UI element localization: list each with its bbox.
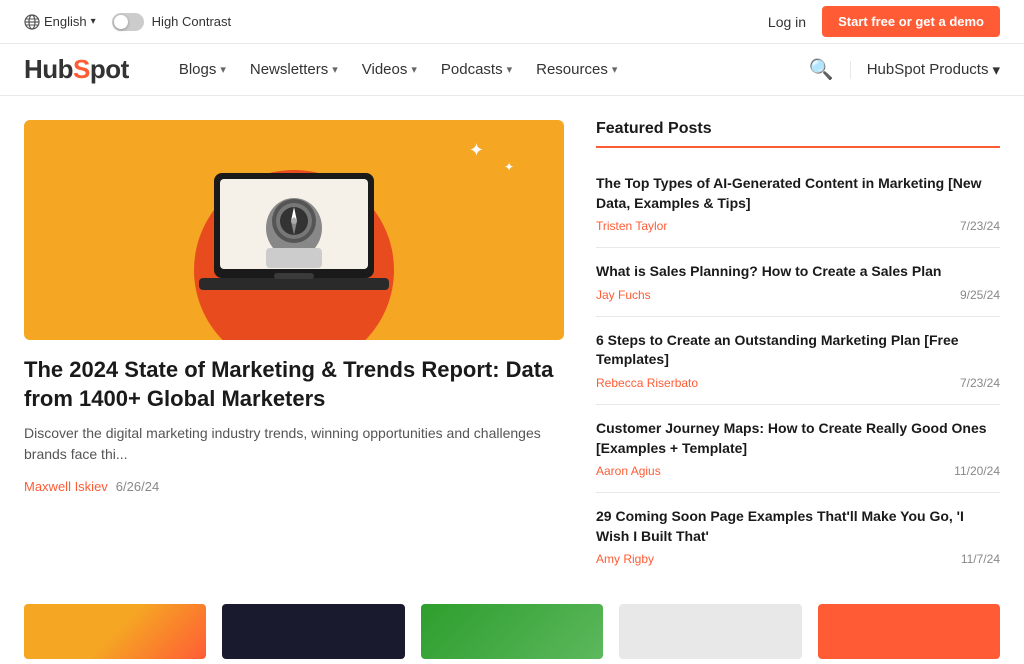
- language-selector[interactable]: English ▾: [24, 14, 96, 30]
- nav-item-blogs[interactable]: Blogs ▾: [169, 55, 236, 84]
- list-item: 29 Coming Soon Page Examples That'll Mak…: [596, 493, 1000, 580]
- hero-graphic: [194, 153, 394, 308]
- high-contrast-toggle[interactable]: High Contrast: [112, 13, 231, 31]
- toggle-thumb: [114, 15, 128, 29]
- videos-chevron-icon: ▾: [411, 63, 417, 76]
- featured-posts: Featured Posts The Top Types of AI-Gener…: [596, 120, 1000, 580]
- toggle-track[interactable]: [112, 13, 144, 31]
- post-date-4: 11/20/24: [954, 464, 1000, 478]
- hero-date: 6/26/24: [116, 479, 159, 494]
- language-label: English: [44, 14, 87, 29]
- nav-podcasts-label: Podcasts: [441, 61, 503, 78]
- nav-links: Blogs ▾ Newsletters ▾ Videos ▾ Podcasts …: [169, 55, 777, 84]
- post-date-1: 7/23/24: [960, 219, 1000, 233]
- podcasts-chevron-icon: ▾: [507, 63, 513, 76]
- nav-right: 🔍 HubSpot Products ▾: [809, 57, 1000, 82]
- logo-dot: S: [73, 54, 90, 84]
- login-button[interactable]: Log in: [768, 14, 806, 30]
- nav-item-podcasts[interactable]: Podcasts ▾: [431, 55, 522, 84]
- list-item: The Top Types of AI-Generated Content in…: [596, 160, 1000, 248]
- hero-title[interactable]: The 2024 State of Marketing & Trends Rep…: [24, 356, 564, 413]
- nav-item-videos[interactable]: Videos ▾: [352, 55, 427, 84]
- post-meta-2: Jay Fuchs 9/25/24: [596, 288, 1000, 302]
- hero-author[interactable]: Maxwell Iskiev: [24, 479, 108, 494]
- high-contrast-label: High Contrast: [152, 14, 231, 29]
- start-cta-button[interactable]: Start free or get a demo: [822, 6, 1000, 37]
- hero-description: Discover the digital marketing industry …: [24, 423, 564, 465]
- post-author-1[interactable]: Tristen Taylor: [596, 219, 667, 233]
- top-bar-right: Log in Start free or get a demo: [768, 6, 1000, 37]
- globe-icon: [24, 14, 40, 30]
- nav-resources-label: Resources: [536, 61, 608, 78]
- list-item: What is Sales Planning? How to Create a …: [596, 248, 1000, 317]
- post-meta-3: Rebecca Riserbato 7/23/24: [596, 376, 1000, 390]
- main-content: ✦ ✦: [0, 96, 1024, 604]
- nav-item-newsletters[interactable]: Newsletters ▾: [240, 55, 348, 84]
- thumbnail-5[interactable]: [818, 604, 1000, 659]
- post-author-3[interactable]: Rebecca Riserbato: [596, 376, 698, 390]
- list-item: 6 Steps to Create an Outstanding Marketi…: [596, 317, 1000, 405]
- top-bar: English ▾ High Contrast Log in Start fre…: [0, 0, 1024, 44]
- hero-meta: Maxwell Iskiev 6/26/24: [24, 479, 564, 494]
- top-bar-left: English ▾ High Contrast: [24, 13, 231, 31]
- thumbnail-4[interactable]: [619, 604, 801, 659]
- sparkle-icon-1: ✦: [469, 140, 484, 161]
- featured-posts-title: Featured Posts: [596, 120, 1000, 148]
- post-meta-4: Aaron Agius 11/20/24: [596, 464, 1000, 478]
- sparkle-icon-2: ✦: [504, 160, 514, 174]
- post-title-3[interactable]: 6 Steps to Create an Outstanding Marketi…: [596, 331, 1000, 370]
- post-title-2[interactable]: What is Sales Planning? How to Create a …: [596, 262, 1000, 282]
- post-author-2[interactable]: Jay Fuchs: [596, 288, 651, 302]
- language-chevron-icon: ▾: [91, 16, 96, 27]
- post-title-5[interactable]: 29 Coming Soon Page Examples That'll Mak…: [596, 507, 1000, 546]
- post-author-4[interactable]: Aaron Agius: [596, 464, 661, 478]
- post-author-5[interactable]: Amy Rigby: [596, 552, 654, 566]
- search-button[interactable]: 🔍: [809, 57, 834, 82]
- nav-item-resources[interactable]: Resources ▾: [526, 55, 627, 84]
- nav-videos-label: Videos: [362, 61, 408, 78]
- blogs-chevron-icon: ▾: [220, 63, 226, 76]
- post-meta-5: Amy Rigby 11/7/24: [596, 552, 1000, 566]
- thumbnail-3[interactable]: [421, 604, 603, 659]
- nav-newsletters-label: Newsletters: [250, 61, 328, 78]
- hubspot-products-label: HubSpot Products: [867, 61, 989, 78]
- post-title-1[interactable]: The Top Types of AI-Generated Content in…: [596, 174, 1000, 213]
- post-meta-1: Tristen Taylor 7/23/24: [596, 219, 1000, 233]
- post-date-2: 9/25/24: [960, 288, 1000, 302]
- thumbnail-1[interactable]: [24, 604, 206, 659]
- search-icon: 🔍: [809, 59, 834, 81]
- thumbnail-2[interactable]: [222, 604, 404, 659]
- products-chevron-icon: ▾: [992, 61, 1000, 79]
- post-date-5: 11/7/24: [961, 552, 1000, 566]
- newsletters-chevron-icon: ▾: [332, 63, 338, 76]
- post-date-3: 7/23/24: [960, 376, 1000, 390]
- post-title-4[interactable]: Customer Journey Maps: How to Create Rea…: [596, 419, 1000, 458]
- hero-image[interactable]: ✦ ✦: [24, 120, 564, 340]
- logo[interactable]: HubSpot: [24, 54, 129, 85]
- main-nav: HubSpot Blogs ▾ Newsletters ▾ Videos ▾ P…: [0, 44, 1024, 96]
- nav-blogs-label: Blogs: [179, 61, 217, 78]
- bottom-thumbnails: [0, 604, 1024, 664]
- hero-post: ✦ ✦: [24, 120, 564, 580]
- logo-text: HubSpot: [24, 54, 129, 85]
- laptop-illustration: [194, 153, 394, 303]
- list-item: Customer Journey Maps: How to Create Rea…: [596, 405, 1000, 493]
- resources-chevron-icon: ▾: [612, 63, 618, 76]
- hubspot-products-menu[interactable]: HubSpot Products ▾: [850, 61, 1000, 79]
